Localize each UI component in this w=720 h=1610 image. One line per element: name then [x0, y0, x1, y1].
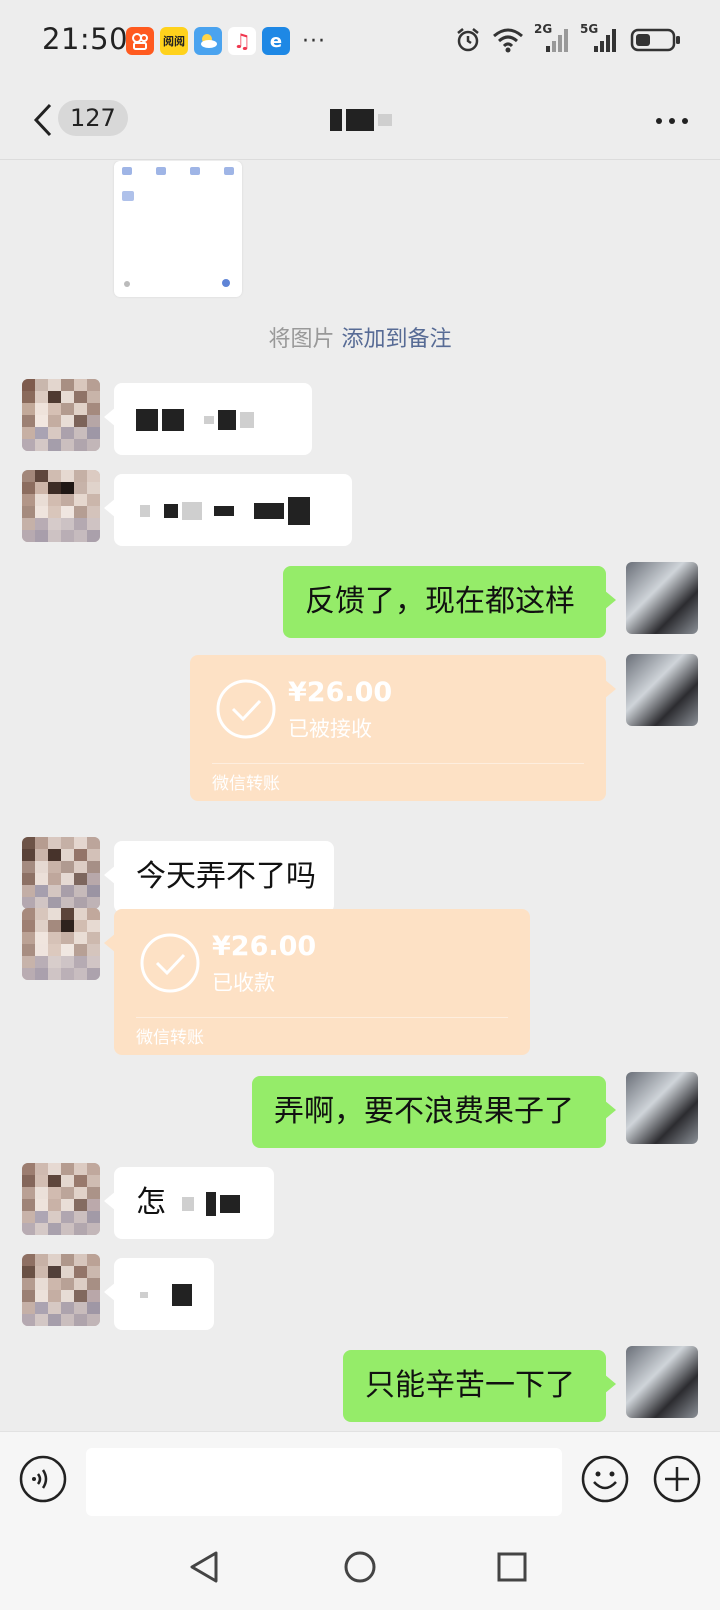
- more-notifications-icon: ···: [302, 28, 326, 54]
- chat-title-redacted: [330, 109, 396, 133]
- message-bubble-redacted[interactable]: 怎: [104, 1167, 274, 1239]
- back-button[interactable]: [26, 98, 60, 142]
- music-icon: ♫: [228, 27, 256, 55]
- contact-avatar[interactable]: [22, 908, 100, 980]
- nav-back-button[interactable]: [186, 1549, 222, 1585]
- reading-app-icon: 阅阅: [160, 27, 188, 55]
- transfer-amount: ¥26.00: [288, 677, 393, 708]
- check-circle-icon: [140, 933, 200, 993]
- chat-header: 127: [0, 84, 720, 160]
- chat-message-list[interactable]: 将图片 添加到备注 反馈了，现在都这样 ¥26.00 已被接收 微信转账 今天弄…: [0, 161, 720, 1431]
- more-dots-icon: [656, 118, 688, 124]
- transfer-amount: ¥26.00: [212, 931, 317, 962]
- contact-avatar[interactable]: [22, 1254, 100, 1326]
- message-text-field[interactable]: [86, 1448, 562, 1516]
- weather-icon: [194, 27, 222, 55]
- my-avatar[interactable]: [626, 654, 698, 726]
- voice-input-button[interactable]: [18, 1454, 68, 1504]
- wechat-transfer-card[interactable]: ¥26.00 已收款 微信转账: [104, 909, 530, 1055]
- more-options-button[interactable]: [652, 106, 692, 136]
- message-bubble-redacted[interactable]: [104, 1258, 214, 1330]
- message-bubble[interactable]: 只能辛苦一下了: [343, 1350, 616, 1422]
- message-bubble-redacted[interactable]: [104, 383, 312, 455]
- chevron-left-icon: [33, 103, 52, 137]
- plus-icon: [653, 1455, 701, 1503]
- contact-avatar[interactable]: [22, 837, 100, 909]
- message-bubble[interactable]: 反馈了，现在都这样: [283, 566, 616, 638]
- divider: [212, 763, 584, 764]
- battery-icon: [630, 28, 680, 52]
- check-circle-icon: [216, 679, 276, 739]
- system-indicators: 2G 5G: [454, 22, 682, 54]
- circle-home-icon: [344, 1551, 376, 1583]
- message-bubble[interactable]: 今天弄不了吗: [104, 841, 334, 913]
- contact-avatar[interactable]: [22, 379, 100, 451]
- alarm-icon: [457, 28, 479, 52]
- emoji-button[interactable]: [580, 1454, 630, 1504]
- nav-home-button[interactable]: [342, 1549, 378, 1585]
- triangle-back-icon: [190, 1551, 218, 1583]
- add-to-remark-link[interactable]: 添加到备注: [342, 327, 452, 352]
- smiley-icon: [581, 1455, 629, 1503]
- shared-screenshot-image[interactable]: [114, 161, 242, 297]
- more-actions-button[interactable]: [652, 1454, 702, 1504]
- square-recents-icon: [497, 1552, 527, 1582]
- message-bubble[interactable]: 弄啊，要不浪费果子了: [252, 1076, 616, 1148]
- transfer-label: 微信转账: [212, 774, 280, 794]
- contact-avatar[interactable]: [22, 470, 100, 542]
- browser-icon: e: [262, 27, 290, 55]
- my-avatar[interactable]: [626, 1346, 698, 1418]
- wifi-icon: [493, 28, 523, 53]
- signal-5g-icon: 5G: [580, 22, 620, 54]
- my-avatar[interactable]: [626, 1072, 698, 1144]
- message-input-bar: [0, 1431, 720, 1531]
- transfer-label: 微信转账: [136, 1028, 204, 1048]
- notification-app-icons: 阅阅 ♫ e ···: [126, 27, 326, 55]
- voice-icon: [19, 1455, 67, 1503]
- wechat-transfer-card[interactable]: ¥26.00 已被接收 微信转账: [190, 655, 616, 801]
- message-bubble-redacted[interactable]: [104, 474, 352, 546]
- nav-recents-button[interactable]: [494, 1549, 530, 1585]
- unread-count-badge[interactable]: 127: [58, 100, 128, 136]
- contact-avatar[interactable]: [22, 1163, 100, 1235]
- transfer-status: 已收款: [212, 971, 275, 995]
- divider: [136, 1017, 508, 1018]
- transfer-status: 已被接收: [288, 717, 372, 741]
- clock: 21:50: [42, 22, 129, 56]
- system-navigation-bar: [0, 1531, 720, 1610]
- add-to-remark-note: 将图片 添加到备注: [268, 327, 452, 352]
- signal-2g-icon: 2G: [534, 22, 570, 54]
- kuaishou-icon: [126, 27, 154, 55]
- my-avatar[interactable]: [626, 562, 698, 634]
- status-bar: 21:50 阅阅 ♫ e ··· 2G 5G: [0, 0, 720, 84]
